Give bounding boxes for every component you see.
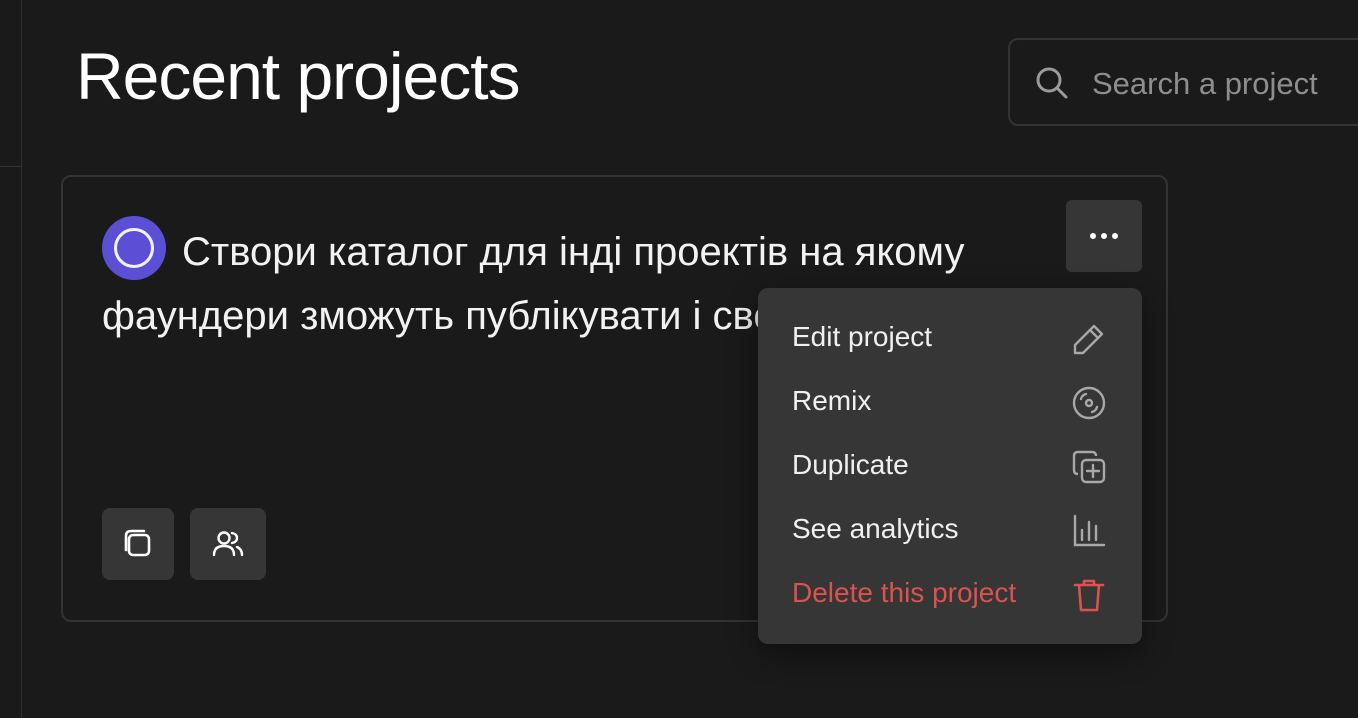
users-icon xyxy=(212,531,244,557)
sidebar-divider xyxy=(0,166,22,167)
menu-item-edit-project[interactable]: Edit project xyxy=(758,306,1142,370)
menu-item-delete-project[interactable]: Delete this project xyxy=(758,562,1142,626)
project-context-menu: Edit project Remix Duplicate See analyti… xyxy=(758,288,1142,644)
menu-item-duplicate[interactable]: Duplicate xyxy=(758,434,1142,498)
menu-item-remix[interactable]: Remix xyxy=(758,370,1142,434)
search-input[interactable] xyxy=(1090,60,1358,108)
analytics-icon xyxy=(1073,514,1106,547)
duplicate-icon xyxy=(1072,450,1106,484)
pencil-icon xyxy=(1073,324,1104,355)
menu-item-see-analytics[interactable]: See analytics xyxy=(758,498,1142,562)
menu-item-label: Edit project xyxy=(792,321,933,352)
menu-item-label: See analytics xyxy=(792,513,959,544)
menu-item-label: Duplicate xyxy=(792,449,909,480)
search-icon xyxy=(1036,67,1068,99)
copy-button[interactable] xyxy=(102,508,174,580)
share-button[interactable] xyxy=(190,508,266,580)
sidebar-edge xyxy=(0,0,22,718)
more-horizontal-icon xyxy=(1090,233,1096,239)
more-options-button[interactable] xyxy=(1066,200,1142,272)
menu-item-label: Remix xyxy=(792,385,872,416)
recent-projects-page: Recent projects Створи каталог для інді … xyxy=(0,0,1358,718)
avatar-ring xyxy=(114,228,154,268)
menu-item-label: Delete this project xyxy=(792,577,1017,608)
search-box[interactable] xyxy=(1008,38,1358,126)
page-title: Recent projects xyxy=(76,39,521,113)
project-avatar xyxy=(102,216,166,280)
copy-icon xyxy=(124,529,151,557)
trash-icon xyxy=(1073,579,1105,612)
remix-icon xyxy=(1072,386,1106,420)
